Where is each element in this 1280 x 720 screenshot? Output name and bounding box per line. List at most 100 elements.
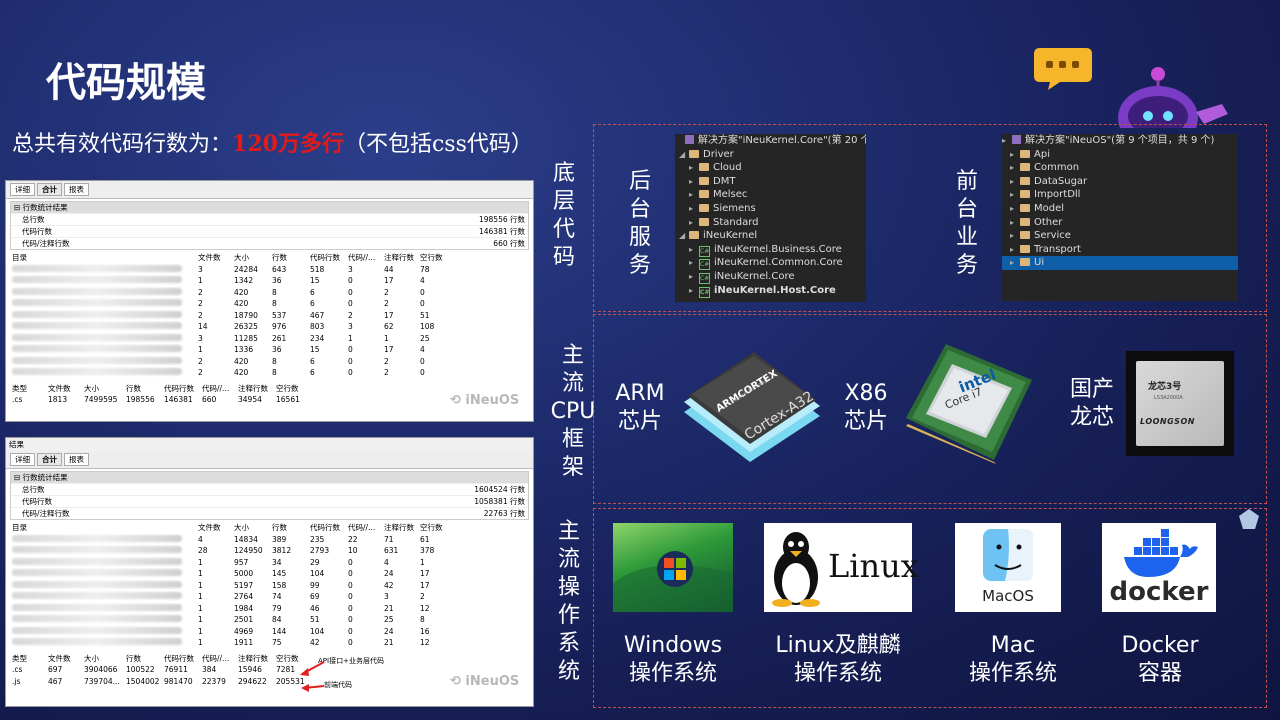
blurred-directory-cell — [10, 356, 196, 368]
table-row[interactable]: 1 1336 36 15 0 17 4 — [10, 344, 450, 356]
table-row[interactable]: 2 420 8 6 0 2 0 — [10, 287, 450, 299]
csharp-project-icon: C# — [699, 259, 710, 271]
tree-item[interactable]: ▸ C# iNeuKernel.Host.Core — [675, 284, 866, 298]
expand-right-icon[interactable]: ▸ — [689, 188, 699, 202]
expand-right-icon[interactable]: ▸ — [1010, 216, 1020, 230]
tree-item[interactable]: ▸ DMT — [675, 175, 866, 189]
tree-item[interactable]: ▸ C# iNeuKernel.Core — [675, 270, 866, 284]
tab-report[interactable]: 报表 — [64, 453, 89, 466]
directory-table: 目录 文件数 大小 行数 代码行数 代码//... 注释行数 空行数 3 24284 643 518… — [10, 252, 450, 379]
expand-right-icon[interactable]: ▸ — [1010, 148, 1020, 162]
table-row[interactable]: .cs 697 3904066 100522 76911 384 15946 7281 — [10, 664, 310, 676]
table-row[interactable]: 1 5197 158 99 0 42 17 — [10, 580, 450, 592]
tree-item[interactable]: ▸ C# iNeuKernel.Common.Core — [675, 256, 866, 271]
expand-right-icon[interactable]: ▸ — [689, 284, 699, 298]
expand-right-icon[interactable]: ▸ — [689, 161, 699, 175]
expand-right-icon[interactable]: ▸ — [1010, 229, 1020, 243]
table-row[interactable]: 1 1342 36 15 0 17 4 — [10, 275, 450, 287]
frontend-solution-tree: ▸ 解决方案"iNeuOS"(第 9 个项目，共 9 个) ▸ Api ▸ Common… — [1002, 134, 1238, 301]
tree-item[interactable]: ▸ Cloud — [675, 161, 866, 175]
tree-item[interactable]: ▸ Common — [1002, 161, 1238, 175]
red-arrow-icon — [300, 661, 325, 692]
summary-highlight: 120万多行 — [232, 131, 344, 157]
line-count-panel-top: 详细 合计 报表 ⊟ 行数统计结果 总行数 198556 行数 代码行数 14638… — [5, 180, 534, 422]
table-row[interactable]: 1 1984 79 46 0 21 12 — [10, 603, 450, 615]
table-row[interactable]: 3 24284 643 518 3 44 78 — [10, 264, 450, 276]
tab-report[interactable]: 报表 — [64, 183, 89, 196]
blurred-directory-cell — [10, 614, 196, 626]
tree-item[interactable]: ▸ ImportDll — [1002, 188, 1238, 202]
expand-right-icon[interactable]: ▸ — [1010, 175, 1020, 189]
tree-item[interactable]: ▸ C# iNeuKernel.Business.Core — [675, 243, 866, 257]
tree-item-label: iNeuKernel.Core — [714, 270, 795, 282]
blurred-directory-cell — [10, 568, 196, 580]
label-backend: 后台服务 — [628, 169, 651, 278]
table-row[interactable]: 2 18790 537 467 2 17 51 — [10, 310, 450, 322]
expand-right-icon[interactable]: ▸ — [689, 175, 699, 189]
table-row[interactable]: 1 1911 75 42 0 21 12 — [10, 637, 450, 649]
tree-item[interactable]: ▸ DataSugar — [1002, 175, 1238, 189]
tree-item-label: Standard — [713, 216, 759, 228]
tree-item[interactable]: ▸ Service — [1002, 229, 1238, 243]
table-row[interactable]: 4 14834 389 235 22 71 61 — [10, 534, 450, 546]
tree-item[interactable]: ▸ Other — [1002, 216, 1238, 230]
table-row[interactable]: 1 5000 145 104 0 24 17 — [10, 568, 450, 580]
blurred-directory-cell — [10, 275, 196, 287]
expand-right-icon[interactable]: ▸ — [1010, 256, 1020, 270]
tree-item-label: DataSugar — [1034, 175, 1088, 187]
solution-title-row[interactable]: 解决方案"iNeuKernel.Core"(第 20 个项目, — [675, 134, 866, 148]
table-row[interactable]: 2 420 8 6 0 2 0 — [10, 356, 450, 368]
table-row[interactable]: 3 11285 261 234 1 1 25 — [10, 333, 450, 345]
expand-right-icon[interactable]: ▸ — [689, 216, 699, 230]
table-row[interactable]: 2 420 8 6 0 2 0 — [10, 298, 450, 310]
csharp-project-icon: C# — [699, 272, 710, 284]
expand-right-icon[interactable]: ▸ — [689, 270, 699, 284]
loongson-chip-code: LS3A2000A — [1154, 395, 1183, 401]
table-row[interactable]: 14 26325 976 803 3 62 108 — [10, 321, 450, 333]
tab-total[interactable]: 合计 — [37, 183, 62, 196]
tree-item[interactable]: ▸ Standard — [675, 216, 866, 230]
summary-line: 总共有效代码行数为：120万多行（不包括css代码） — [12, 126, 533, 158]
expand-right-icon[interactable]: ▸ — [689, 256, 699, 270]
table-row[interactable]: 28 124950 3812 2793 10 631 378 — [10, 545, 450, 557]
tab-total[interactable]: 合计 — [37, 453, 62, 466]
tree-item[interactable]: ▸ Melsec — [675, 188, 866, 202]
tab-detail[interactable]: 详细 — [10, 453, 35, 466]
tree-item[interactable]: ▸ Ui — [1002, 256, 1238, 270]
expand-right-icon[interactable]: ▸ — [1010, 243, 1020, 257]
tree-item-label: DMT — [713, 175, 736, 187]
tree-item[interactable]: ▸ Api — [1002, 148, 1238, 162]
tree-item[interactable]: ◢ iNeuKernel — [675, 229, 866, 243]
tree-item-label: iNeuKernel — [703, 230, 758, 242]
folder-icon — [1020, 203, 1030, 212]
expand-right-icon[interactable]: ▸ — [689, 243, 699, 257]
blurred-directory-cell — [10, 603, 196, 615]
directory-table: 目录 文件数 大小 行数 代码行数 代码//... 注释行数 空行数 4 14834 389 235… — [10, 522, 450, 649]
tree-item-label: ImportDll — [1034, 189, 1081, 201]
tree-item[interactable]: ▸ Siemens — [675, 202, 866, 216]
table-row[interactable]: .cs 1813 7499595 198556 146381 660 34954 16561 — [10, 394, 310, 406]
table-row[interactable]: .js 467 739704... 1504002 981470 22379 294622 2… — [10, 676, 310, 688]
tree-item[interactable]: ▸ Transport — [1002, 243, 1238, 257]
annotation-frontend: 前端代码 — [324, 681, 352, 689]
expand-down-icon[interactable]: ◢ — [679, 229, 689, 243]
table-row[interactable]: 1 4969 144 104 0 24 16 — [10, 626, 450, 638]
table-row[interactable]: 1 2501 84 51 0 25 8 — [10, 614, 450, 626]
expand-right-icon[interactable]: ▸ — [1010, 188, 1020, 202]
expand-right-icon[interactable]: ▸ — [689, 202, 699, 216]
solution-title-row[interactable]: ▸ 解决方案"iNeuOS"(第 9 个项目，共 9 个) — [1002, 134, 1238, 148]
tree-item[interactable]: ◢ Driver — [675, 148, 866, 162]
expand-right-icon[interactable]: ▸ — [1010, 161, 1020, 175]
tab-detail[interactable]: 详细 — [10, 183, 35, 196]
expand-right-icon[interactable]: ▸ — [1010, 202, 1020, 216]
table-row[interactable]: 1 2764 74 69 0 3 2 — [10, 591, 450, 603]
tree-item-label: Transport — [1034, 243, 1081, 255]
table-row[interactable]: 1 957 34 29 0 4 1 — [10, 557, 450, 569]
tree-item-label: Model — [1034, 202, 1065, 214]
blurred-directory-cell — [10, 545, 196, 557]
arm-chip-image: ARMCORTEX Processor Technology Cortex-A3… — [678, 338, 826, 478]
summary-prefix: 总共有效代码行数为： — [12, 132, 233, 157]
tree-item[interactable]: ▸ Model — [1002, 202, 1238, 216]
table-row[interactable]: 2 420 8 6 0 2 0 — [10, 367, 450, 379]
expand-down-icon[interactable]: ◢ — [679, 148, 689, 162]
